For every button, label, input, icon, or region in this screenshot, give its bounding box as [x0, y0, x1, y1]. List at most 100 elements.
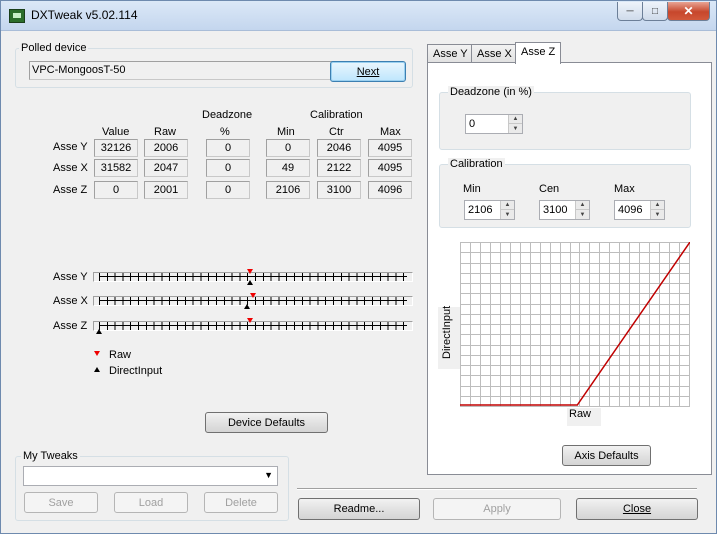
asse-z-deadzone: 0 — [206, 181, 250, 199]
polled-device-field: VPC-MongoosT-50 — [29, 61, 334, 80]
cal-min-value: 2106 — [468, 204, 493, 216]
polled-device-group: Polled device VPC-MongoosT-50 Next — [15, 42, 413, 88]
directinput-marker — [246, 280, 253, 285]
spin-up-icon[interactable]: ▲ — [501, 201, 514, 210]
asse-x-raw: 2047 — [144, 159, 188, 177]
col-header-raw: Raw — [154, 126, 177, 138]
asse-z-slider — [93, 318, 413, 334]
next-button-label: Next — [356, 65, 380, 78]
asse-z-value: 0 — [94, 181, 138, 199]
slider-label-asse-y: Asse Y — [53, 271, 88, 283]
tab-asse-x-label: Asse X — [477, 48, 512, 60]
cal-max-spinner[interactable]: 4096 ▲ ▼ — [614, 200, 665, 220]
delete-tweak-label: Delete — [225, 496, 257, 509]
minimize-icon: ─ — [626, 5, 634, 17]
raw-marker — [250, 293, 256, 298]
asse-y-raw: 2006 — [144, 139, 188, 157]
minimize-button[interactable]: ─ — [617, 2, 643, 21]
device-defaults-button[interactable]: Device Defaults — [205, 412, 328, 433]
title-bar[interactable]: DXTweak v5.02.114 ─ □ ✕ — [1, 1, 716, 31]
cal-cen-spinner[interactable]: 3100 ▲ ▼ — [539, 200, 590, 220]
axis-defaults-button[interactable]: Axis Defaults — [562, 445, 651, 466]
apply-button[interactable]: Apply — [433, 498, 561, 520]
raw-marker — [246, 269, 253, 274]
asse-x-slider — [93, 293, 413, 309]
bottom-separator — [297, 488, 697, 490]
tab-asse-y[interactable]: Asse Y — [427, 44, 474, 64]
spin-up-icon[interactable]: ▲ — [509, 115, 522, 124]
next-button[interactable]: Next — [330, 61, 406, 82]
cal-min-spinner[interactable]: 2106 ▲ ▼ — [464, 200, 515, 220]
asse-x-ctr: 2122 — [317, 159, 361, 177]
legend-directinput-icon — [94, 367, 100, 372]
response-curve-graph — [460, 242, 690, 407]
asse-x-deadzone: 0 — [206, 159, 250, 177]
col-header-ctr: Ctr — [329, 126, 344, 138]
readme-button[interactable]: Readme... — [298, 498, 420, 520]
directinput-marker — [243, 304, 250, 309]
asse-z-max: 4096 — [368, 181, 412, 199]
spin-down-icon[interactable]: ▼ — [501, 210, 514, 219]
cal-max-label: Max — [614, 183, 635, 195]
graph-xlabel: Raw — [567, 408, 601, 426]
deadzone-spinner[interactable]: 0 ▲ ▼ — [465, 114, 523, 134]
header-deadzone: Deadzone — [202, 109, 253, 121]
row-label-asse-z: Asse Z — [53, 184, 88, 196]
maximize-icon: □ — [651, 5, 659, 17]
asse-z-raw: 2001 — [144, 181, 188, 199]
asse-y-min: 0 — [266, 139, 310, 157]
tab-asse-z-label: Asse Z — [521, 46, 556, 58]
asse-y-slider — [93, 269, 413, 285]
load-tweak-label: Load — [138, 496, 164, 509]
spin-down-icon[interactable]: ▼ — [576, 210, 589, 219]
app-icon — [9, 9, 25, 23]
legend-raw-label: Raw — [109, 349, 132, 361]
maximize-button[interactable]: □ — [642, 2, 668, 21]
axis-defaults-label: Axis Defaults — [574, 449, 639, 462]
polled-device-label: Polled device — [19, 42, 89, 54]
cal-cen-label: Cen — [539, 183, 560, 195]
delete-tweak-button[interactable]: Delete — [204, 492, 278, 513]
asse-y-max: 4095 — [368, 139, 412, 157]
chevron-down-icon: ▼ — [264, 470, 273, 480]
asse-z-ctr: 3100 — [317, 181, 361, 199]
slider-label-asse-x: Asse X — [53, 295, 88, 307]
close-icon: ✕ — [683, 4, 694, 18]
spin-down-icon[interactable]: ▼ — [651, 210, 664, 219]
cal-max-value: 4096 — [618, 204, 643, 216]
save-tweak-button[interactable]: Save — [24, 492, 98, 513]
raw-marker — [246, 318, 253, 323]
asse-y-value: 32126 — [94, 139, 138, 157]
close-window-button[interactable]: ✕ — [667, 2, 710, 21]
asse-y-deadzone: 0 — [206, 139, 250, 157]
asse-y-ctr: 2046 — [317, 139, 361, 157]
graph-ylabel: DirectInput — [441, 305, 453, 359]
apply-label: Apply — [483, 503, 511, 515]
col-header-pct: % — [220, 126, 230, 138]
col-header-min: Min — [277, 126, 295, 138]
spin-up-icon[interactable]: ▲ — [576, 201, 589, 210]
cal-cen-value: 3100 — [543, 204, 568, 216]
save-tweak-label: Save — [48, 496, 74, 509]
asse-x-max: 4095 — [368, 159, 412, 177]
asse-x-min: 49 — [266, 159, 310, 177]
row-label-asse-x: Asse X — [53, 162, 88, 174]
legend-raw-icon — [94, 351, 100, 356]
deadzone-value: 0 — [469, 118, 476, 130]
load-tweak-button[interactable]: Load — [114, 492, 188, 513]
asse-z-min: 2106 — [266, 181, 310, 199]
spin-up-icon[interactable]: ▲ — [651, 201, 664, 210]
app-window: DXTweak v5.02.114 ─ □ ✕ Polled device VP… — [0, 0, 717, 534]
spin-down-icon[interactable]: ▼ — [509, 124, 522, 133]
my-tweaks-dropdown[interactable]: ▼ — [23, 466, 278, 486]
tab-asse-z[interactable]: Asse Z — [515, 42, 562, 64]
slider-label-asse-z: Asse Z — [53, 320, 88, 332]
tab-asse-y-label: Asse Y — [433, 48, 468, 60]
close-button[interactable]: Close — [576, 498, 698, 520]
response-curve-line — [460, 242, 690, 406]
col-header-value: Value — [102, 126, 130, 138]
tab-asse-x[interactable]: Asse X — [471, 44, 518, 64]
calibration-group-label: Calibration — [448, 158, 505, 170]
header-calibration: Calibration — [310, 109, 363, 121]
row-label-asse-y: Asse Y — [53, 141, 88, 153]
